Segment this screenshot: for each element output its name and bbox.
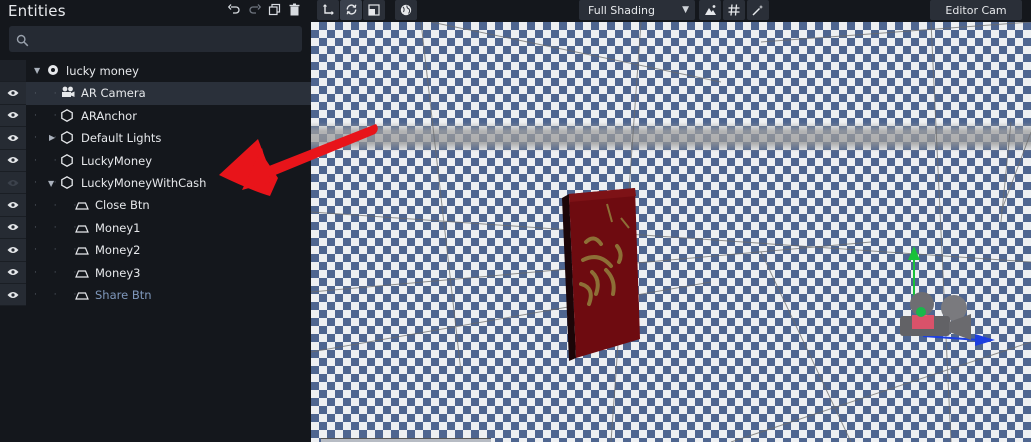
- panel-title: Entities: [8, 2, 66, 20]
- visibility-toggle[interactable]: [0, 239, 26, 262]
- camera-gizmo[interactable]: [900, 246, 995, 346]
- rotate-icon: [345, 1, 358, 20]
- viewport-bottom-strip: [321, 438, 491, 442]
- eye-icon: [7, 86, 19, 100]
- shading-dropdown[interactable]: Full Shading ▼: [579, 0, 695, 20]
- hexagon-icon: [61, 131, 73, 147]
- visibility-toggle[interactable]: [0, 283, 26, 307]
- tree-row[interactable]: · · ARAnchor: [0, 104, 311, 128]
- expand-arrow-icon[interactable]: ▶: [49, 133, 55, 142]
- plane-icon: [75, 290, 89, 304]
- plane-icon: [75, 223, 89, 237]
- visibility-toggle[interactable]: [0, 194, 26, 217]
- scale-tool-button[interactable]: [363, 0, 385, 20]
- viewport-toolbar: Full Shading ▼ Editor Cam: [311, 0, 1031, 22]
- header-icons: [227, 2, 301, 16]
- tree-row[interactable]: · · · Close Btn: [0, 194, 311, 217]
- eye-icon: [7, 220, 19, 234]
- scene-viewport[interactable]: [311, 22, 1031, 442]
- expand-arrow-icon[interactable]: ▼: [34, 66, 40, 75]
- grid-toggle-button[interactable]: [723, 0, 745, 20]
- tree-row[interactable]: · · · Money2: [0, 239, 311, 262]
- eye-icon: [7, 108, 19, 122]
- camera-icon: [61, 86, 75, 101]
- camera-select-button[interactable]: Editor Cam: [930, 0, 1022, 20]
- eye-icon: [7, 153, 19, 167]
- tree-row[interactable]: · · · Share Btn: [0, 283, 311, 307]
- search-input[interactable]: [9, 26, 302, 52]
- trash-icon[interactable]: [287, 2, 301, 16]
- tree-root[interactable]: ▼ lucky money: [0, 60, 311, 83]
- tree-row-label: Money2: [95, 243, 141, 258]
- indent-dots: · ·: [34, 155, 64, 166]
- eye-icon: [7, 176, 19, 190]
- tree-row[interactable]: · · LuckyMoney: [0, 149, 311, 172]
- search-icon: [16, 32, 29, 51]
- visibility-toggle[interactable]: [0, 261, 26, 284]
- tree-row[interactable]: · · · Money1: [0, 216, 311, 240]
- plane-icon: [75, 268, 89, 282]
- hexagon-icon: [61, 176, 73, 192]
- tree-row-label: Share Btn: [95, 287, 152, 302]
- annotation-arrow: [311, 22, 720, 420]
- hexagon-icon: [61, 108, 73, 125]
- tree-row[interactable]: · · ▶ Default Lights: [0, 127, 311, 150]
- tree-row-label: Close Btn: [95, 198, 150, 213]
- scene-icon: [47, 64, 59, 79]
- entity-tree: ▼ lucky money · · AR Camera · · ARAnchor · ·…: [0, 60, 311, 307]
- visibility-toggle[interactable]: [0, 216, 26, 240]
- grid-icon: [728, 1, 740, 20]
- plane-icon: [75, 245, 89, 259]
- undo-icon[interactable]: [227, 2, 241, 16]
- tree-row[interactable]: · · · Money3: [0, 261, 311, 284]
- redo-icon[interactable]: [247, 2, 261, 16]
- visibility-toggle[interactable]: [0, 149, 26, 172]
- tree-row-label: LuckyMoney: [81, 153, 152, 168]
- scale-icon: [368, 1, 380, 20]
- world-space-button[interactable]: [395, 0, 417, 20]
- tree-row-label: Money1: [95, 220, 141, 235]
- eye-icon: [7, 131, 19, 145]
- plane-icon: [75, 200, 89, 214]
- lighting-button[interactable]: [699, 0, 721, 20]
- tree-row-label: AR Camera: [81, 86, 146, 101]
- visibility-toggle[interactable]: [0, 171, 26, 195]
- caret-down-icon: ▼: [682, 5, 689, 15]
- tree-row[interactable]: · · ▼ LuckyMoneyWithCash: [0, 171, 311, 195]
- indent-dots: · ·: [34, 88, 64, 99]
- eye-icon: [7, 243, 19, 257]
- magic-wand-icon: [752, 1, 764, 20]
- rotate-tool-button[interactable]: [340, 0, 362, 20]
- eye-icon: [7, 198, 19, 212]
- panel-header: Entities: [0, 0, 311, 22]
- tree-root-label: lucky money: [66, 64, 139, 78]
- indent-dots: · ·: [34, 110, 64, 121]
- globe-icon: [400, 1, 412, 20]
- shading-label: Full Shading: [588, 3, 655, 17]
- collapse-arrow-icon[interactable]: ▼: [48, 179, 54, 188]
- hexagon-icon: [61, 153, 73, 170]
- eye-icon: [7, 265, 19, 279]
- root-eye-cell: [0, 60, 26, 83]
- lighting-icon: [704, 1, 717, 20]
- visibility-toggle[interactable]: [0, 82, 26, 105]
- move-tool-button[interactable]: [317, 0, 339, 20]
- tree-row-label: LuckyMoneyWithCash: [81, 175, 207, 190]
- camera-label: Editor Cam: [945, 3, 1007, 17]
- tree-row-label: Default Lights: [81, 131, 162, 146]
- tree-row[interactable]: · · AR Camera: [0, 82, 311, 105]
- duplicate-icon[interactable]: [267, 2, 281, 16]
- eye-icon: [7, 288, 19, 302]
- visibility-toggle[interactable]: [0, 127, 26, 150]
- entities-panel: Entities ▼ lucky money · · AR Camera · ·…: [0, 0, 311, 442]
- tree-row-label: ARAnchor: [81, 108, 137, 123]
- tree-row-label: Money3: [95, 265, 141, 280]
- visibility-toggle[interactable]: [0, 104, 26, 128]
- move-icon: [322, 1, 334, 20]
- effects-button[interactable]: [747, 0, 769, 20]
